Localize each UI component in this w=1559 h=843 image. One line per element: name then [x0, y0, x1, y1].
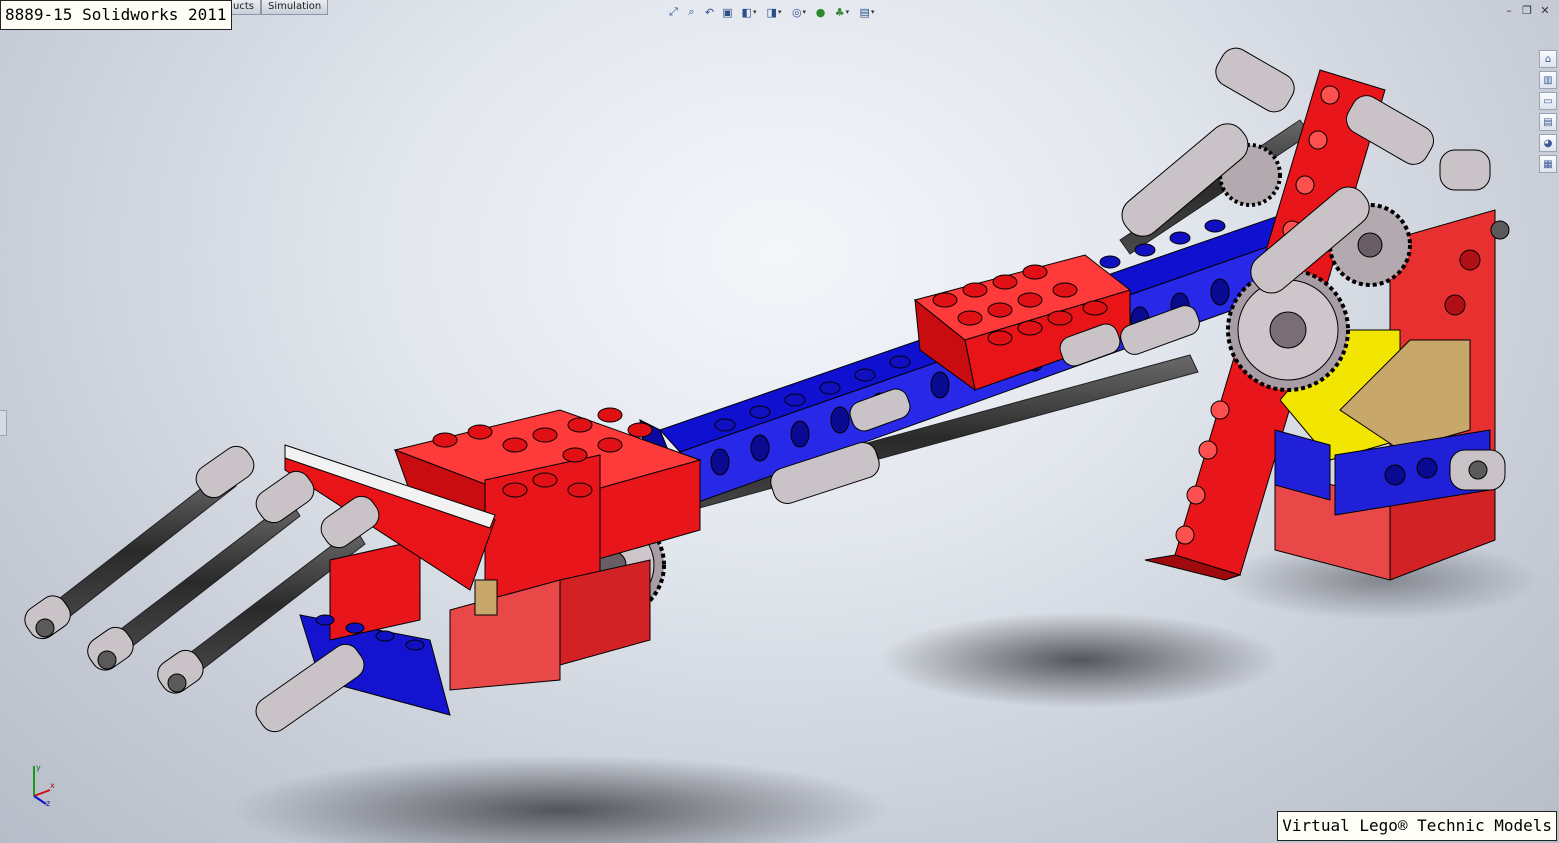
chevron-down-icon: ▾ — [870, 8, 875, 16]
tab-bar: ucts Simulation — [226, 0, 329, 15]
feature-manager-collapse-handle[interactable] — [0, 410, 7, 436]
reference-triad: y x z — [33, 763, 55, 808]
tab-simulation[interactable]: Simulation — [260, 0, 329, 15]
previous-view-icon[interactable]: ↶ — [702, 5, 717, 20]
triad-x-label: x — [50, 781, 55, 790]
chevron-down-icon: ▾ — [777, 8, 782, 16]
chevron-down-icon: ▾ — [752, 8, 757, 16]
chevron-down-icon: ▾ — [845, 8, 850, 16]
edit-appearance-icon[interactable]: ● — [813, 5, 828, 20]
window-controls: – ❐ ✕ — [1503, 4, 1551, 17]
chevron-down-icon: ▾ — [802, 8, 807, 16]
view-settings-icon: ▤ — [859, 5, 870, 19]
view-orientation-button[interactable]: ◧ ▾ — [738, 5, 760, 20]
appearances-scenes-icon[interactable]: ◕ — [1539, 134, 1557, 152]
hide-show-items-icon: ◎ — [791, 5, 802, 19]
close-icon[interactable]: ✕ — [1539, 4, 1551, 17]
minimize-icon[interactable]: – — [1503, 4, 1515, 17]
design-library-icon[interactable]: ▥ — [1539, 71, 1557, 89]
gear-large-right — [1226, 268, 1350, 392]
triad-y-label: y — [36, 763, 41, 772]
hide-show-items-button[interactable]: ◎ ▾ — [788, 5, 810, 20]
apply-scene-button[interactable]: ♣ ▾ — [831, 5, 853, 20]
zoom-to-area-icon[interactable]: ⌕ — [684, 5, 699, 20]
zoom-to-fit-icon[interactable]: ⤢ — [666, 5, 681, 20]
axles — [37, 119, 1311, 686]
display-style-icon: ◨ — [766, 5, 777, 19]
window-title-label: 8889-15 Solidworks 2011 — [0, 0, 232, 30]
task-pane-tabs: ⌂ ▥ ▭ ▤ ◕ ▦ — [1539, 50, 1557, 173]
custom-properties-icon[interactable]: ▦ — [1539, 155, 1557, 173]
view-orientation-icon: ◧ — [741, 5, 752, 19]
apply-scene-icon: ♣ — [834, 5, 845, 19]
view-settings-button[interactable]: ▤ ▾ — [856, 5, 878, 20]
graphics-area[interactable] — [0, 0, 1559, 843]
file-explorer-icon[interactable]: ▭ — [1539, 92, 1557, 110]
watermark-label: Virtual Lego® Technic Models — [1277, 811, 1557, 841]
view-palette-icon[interactable]: ▤ — [1539, 113, 1557, 131]
solidworks-resources-icon[interactable]: ⌂ — [1539, 50, 1557, 68]
triad-z-label: z — [46, 799, 50, 808]
restore-icon[interactable]: ❐ — [1521, 4, 1533, 17]
display-style-button[interactable]: ◨ ▾ — [763, 5, 785, 20]
heads-up-view-toolbar: ⤢ ⌕ ↶ ▣ ◧ ▾ ◨ ▾ ◎ ▾ ● ♣ ▾ ▤ ▾ — [666, 2, 878, 22]
section-view-icon[interactable]: ▣ — [720, 5, 735, 20]
